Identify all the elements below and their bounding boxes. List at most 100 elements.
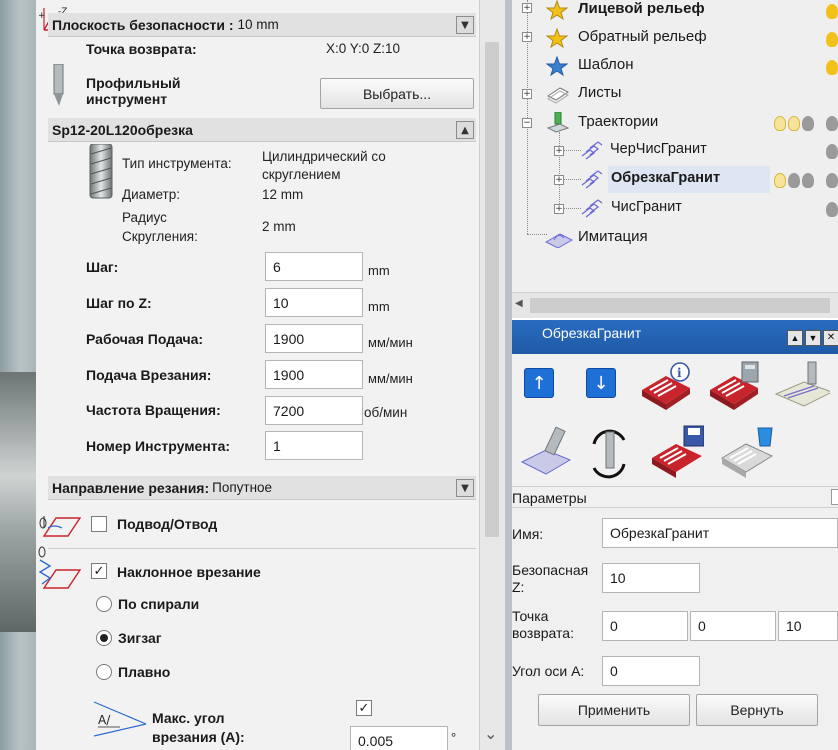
cut-direction-dropdown-button[interactable]: ▼ bbox=[456, 479, 474, 497]
radius-label: Радиус Скругления: bbox=[122, 208, 198, 246]
ramp-spiral-radio[interactable] bbox=[96, 596, 112, 612]
tree-node-finish-granite[interactable]: ЧисГранит bbox=[611, 199, 682, 215]
bulb-off-icon[interactable] bbox=[826, 144, 838, 159]
ramp-smooth-label: Плавно bbox=[118, 664, 171, 680]
plunge-rate-input[interactable]: 1900 bbox=[265, 360, 363, 389]
approach-retract-label: Подвод/Отвод bbox=[117, 516, 218, 532]
select-tool-button[interactable]: Выбрать... bbox=[320, 78, 474, 109]
sheets-icon bbox=[547, 87, 569, 104]
bulb-off-icon[interactable] bbox=[826, 202, 838, 217]
return-x-input[interactable]: 0 bbox=[602, 611, 688, 641]
safe-z-label: Безопасная Z: bbox=[512, 562, 588, 596]
max-angle-label: Макс. угол врезания (А): bbox=[152, 709, 245, 747]
move-down-icon[interactable]: ↓ bbox=[586, 368, 616, 398]
edit-toolpath-icon[interactable] bbox=[520, 426, 576, 482]
max-angle-icon: A/ bbox=[93, 701, 147, 737]
max-angle-icon-text: A/ bbox=[98, 713, 111, 727]
field-label-plunge-rate: Подача Врезания: bbox=[86, 367, 212, 383]
safe-z-input[interactable]: 10 bbox=[602, 563, 700, 593]
tree-node-face-relief[interactable]: Лицевой рельеф bbox=[578, 0, 705, 17]
tree-node-sheets[interactable]: Листы bbox=[578, 84, 621, 101]
divider bbox=[48, 548, 476, 549]
toolpath-info-icon[interactable]: i bbox=[638, 360, 694, 416]
field-label-tool-number: Номер Инструмента: bbox=[86, 438, 231, 454]
step-input[interactable]: 6 bbox=[265, 252, 363, 281]
visibility-bulb-icon[interactable] bbox=[826, 4, 838, 19]
save-toolpath-icon[interactable] bbox=[648, 424, 704, 480]
scroll-left-arrow-icon[interactable]: ◀ bbox=[515, 298, 523, 309]
bulb-on-icon[interactable] bbox=[788, 116, 800, 131]
ramp-plunge-checkbox[interactable]: ✓ bbox=[91, 563, 107, 579]
expand-rough-granite[interactable]: + bbox=[554, 146, 564, 156]
tree-node-simulation[interactable]: Имитация bbox=[578, 228, 648, 245]
feed-rate-input[interactable]: 1900 bbox=[265, 324, 363, 353]
visibility-bulb-icon[interactable] bbox=[826, 32, 838, 47]
bulb-off-icon[interactable] bbox=[802, 116, 814, 131]
return-point-label-line2: возврата: bbox=[512, 625, 574, 641]
ramp-smooth-radio[interactable] bbox=[96, 664, 112, 680]
parameters-expand-icon[interactable] bbox=[831, 489, 838, 505]
tree-line bbox=[559, 132, 560, 210]
ramp-zigzag-radio[interactable] bbox=[96, 630, 112, 646]
diameter-value: 12 mm bbox=[262, 187, 304, 202]
tool-type-value-line1: Цилиндрический со bbox=[262, 149, 386, 164]
profile-tool-label-line2: инструмент bbox=[86, 91, 168, 107]
scrollbar-thumb[interactable] bbox=[485, 42, 499, 537]
tool-name: Sp12-20L120обрезка bbox=[52, 121, 193, 138]
menu-dropdown-icon[interactable]: ▼ bbox=[805, 330, 821, 346]
safety-plane-label: Плоскость безопасности : bbox=[52, 16, 234, 33]
simulate-toolpath-icon[interactable] bbox=[774, 360, 830, 416]
close-icon[interactable]: ✕ bbox=[823, 330, 838, 346]
max-angle-label-line1: Макс. угол bbox=[152, 710, 225, 726]
scrollbar-thumb[interactable] bbox=[530, 298, 830, 313]
calculate-toolpath-icon[interactable] bbox=[706, 360, 762, 416]
pin-icon[interactable]: ▲ bbox=[787, 330, 803, 346]
tree-node-trim-granite[interactable]: ОбрезкаГранит bbox=[611, 170, 720, 186]
return-y-input[interactable]: 0 bbox=[690, 611, 776, 641]
move-up-icon[interactable]: ↑ bbox=[524, 368, 554, 398]
face-relief-icon bbox=[546, 0, 568, 20]
tool-collapse-button[interactable]: ▲ bbox=[456, 121, 474, 139]
bulb-on-icon[interactable] bbox=[774, 116, 786, 131]
expand-sheets[interactable]: + bbox=[522, 89, 532, 99]
spindle-speed-input[interactable]: 7200 bbox=[265, 396, 363, 425]
tree-node-toolpaths[interactable]: Траектории bbox=[578, 113, 658, 130]
left-panel-scrollbar[interactable]: ⌄ bbox=[479, 0, 505, 750]
tool-number-input[interactable]: 1 bbox=[265, 431, 363, 460]
panel-splitter[interactable] bbox=[505, 0, 512, 750]
tree-horizontal-scrollbar[interactable]: ◀ bbox=[512, 292, 838, 318]
bulb-off-icon[interactable] bbox=[788, 173, 800, 188]
radius-value: 2 mm bbox=[262, 219, 296, 234]
name-input[interactable]: ОбрезкаГранит bbox=[602, 518, 838, 548]
z-step-unit: mm bbox=[368, 299, 390, 314]
max-angle-checkbox[interactable]: ✓ bbox=[356, 700, 372, 716]
visibility-bulb-icon[interactable] bbox=[826, 60, 838, 75]
safety-plane-dropdown-button[interactable]: ▼ bbox=[456, 16, 474, 34]
tree-node-back-relief[interactable]: Обратный рельеф bbox=[578, 28, 707, 45]
plunge-rate-unit: мм/мин bbox=[368, 371, 413, 386]
z-step-input[interactable]: 10 bbox=[265, 288, 363, 317]
bulb-off-icon[interactable] bbox=[802, 173, 814, 188]
apply-button[interactable]: Применить bbox=[538, 694, 690, 726]
return-z-input[interactable]: 10 bbox=[778, 611, 838, 641]
expand-back-relief[interactable]: + bbox=[522, 32, 532, 42]
scroll-down-arrow-icon[interactable]: ⌄ bbox=[484, 724, 497, 743]
toolpath-icon bbox=[581, 170, 603, 189]
tree-node-template[interactable]: Шаблон bbox=[578, 56, 634, 73]
bulb-off-icon[interactable] bbox=[826, 173, 838, 188]
3d-viewport[interactable] bbox=[0, 0, 36, 750]
bulb-off-icon[interactable] bbox=[826, 116, 838, 131]
approach-retract-checkbox[interactable] bbox=[91, 516, 107, 532]
max-angle-input[interactable]: 0.005 bbox=[350, 726, 448, 750]
expand-face-relief[interactable]: + bbox=[522, 3, 532, 13]
swap-tool-icon[interactable] bbox=[584, 424, 640, 480]
tree-node-rough-granite[interactable]: ЧерЧисГранит bbox=[610, 141, 707, 157]
delete-toolpath-icon[interactable] bbox=[718, 424, 774, 480]
revert-button[interactable]: Вернуть bbox=[696, 694, 818, 726]
bulb-on-icon[interactable] bbox=[774, 173, 786, 188]
a-axis-input[interactable]: 0 bbox=[602, 656, 700, 686]
expand-finish-granite[interactable]: + bbox=[554, 204, 564, 214]
collapse-toolpaths[interactable]: − bbox=[522, 118, 532, 128]
ramp-plunge-icon bbox=[38, 546, 82, 589]
expand-trim-granite[interactable]: + bbox=[554, 175, 564, 185]
